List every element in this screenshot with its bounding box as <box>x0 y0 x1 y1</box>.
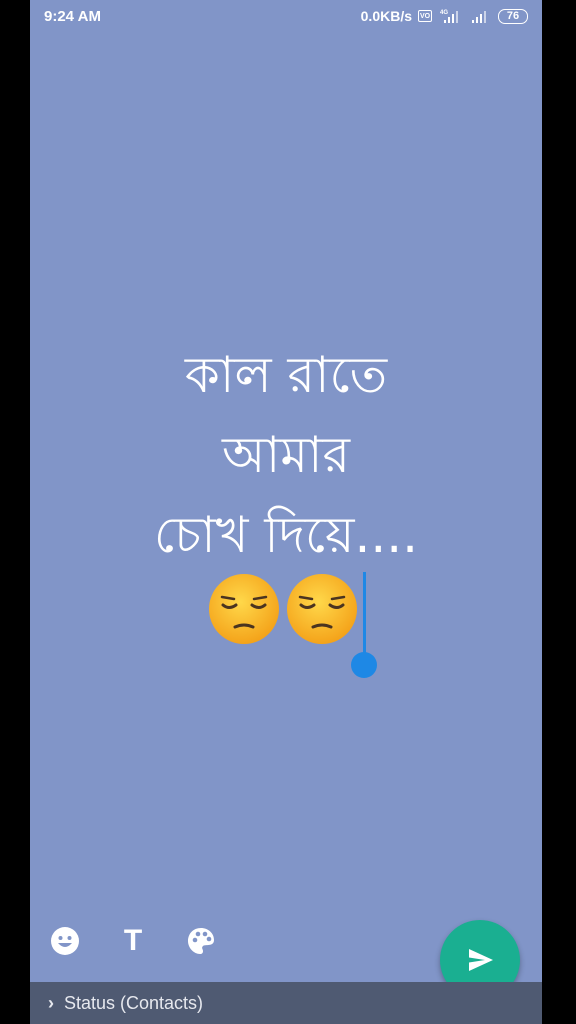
status-text-line-2: আমার <box>221 426 351 484</box>
volte-icon: VO <box>418 10 432 22</box>
emoji-icon <box>51 927 79 955</box>
battery-icon: 76 <box>498 8 528 24</box>
network-speed: 0.0KB/s <box>360 8 412 24</box>
text-cursor <box>363 572 366 662</box>
emoji-row <box>207 572 359 646</box>
text-style-button[interactable]: T <box>116 924 150 958</box>
status-text-editor[interactable]: কাল রাতে আমার চোখ দিয়ে.... <box>30 335 542 575</box>
palette-icon <box>188 928 214 954</box>
status-text-line-1: কাল রাতে <box>184 346 388 404</box>
svg-text:4G: 4G <box>440 10 448 16</box>
status-composer-screen: 9:24 AM 0.0KB/s VO 4G 76 কাল রাতে আমার চ… <box>30 0 542 1024</box>
chevron-right-icon: › <box>48 992 54 1013</box>
system-status-bar: 9:24 AM 0.0KB/s VO 4G 76 <box>30 0 542 34</box>
background-color-button[interactable] <box>184 924 218 958</box>
signal-4g-icon: 4G <box>438 8 464 24</box>
audience-label: Status (Contacts) <box>64 992 204 1013</box>
send-icon <box>469 949 493 971</box>
signal-icon <box>470 8 492 24</box>
audience-bar[interactable]: › Status (Contacts) <box>30 982 542 1024</box>
status-text-line-3: চোখ দিয়ে.... <box>153 506 419 564</box>
emoji-button[interactable] <box>48 924 82 958</box>
pensive-face-emoji <box>209 574 279 644</box>
status-indicators: 0.0KB/s VO 4G 76 <box>361 8 528 24</box>
clock: 9:24 AM <box>44 8 101 25</box>
cursor-handle[interactable] <box>351 652 377 678</box>
pensive-face-emoji <box>287 574 357 644</box>
